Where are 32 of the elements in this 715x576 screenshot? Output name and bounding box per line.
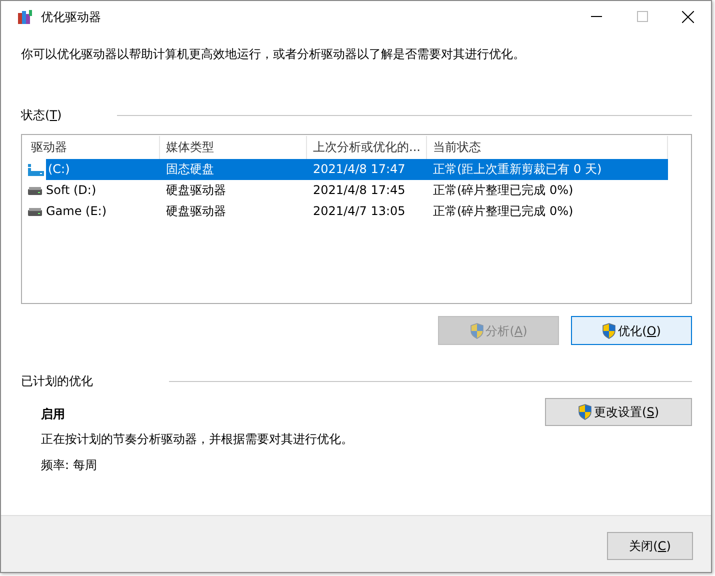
- app-icon: [17, 8, 33, 24]
- drive-icon: [28, 208, 42, 216]
- table-cell-text: 硬盘驱动器: [165, 203, 227, 220]
- drive-name: Soft (D:): [45, 182, 96, 199]
- frequency-text: 频率: 每周: [41, 457, 98, 474]
- schedule-description: 正在按计划的节奏分析驱动器，并根据需要对其进行优化。: [41, 431, 353, 448]
- close-icon: [682, 10, 694, 22]
- change-settings-button[interactable]: 更改设置(S): [545, 398, 692, 426]
- close-dialog-button[interactable]: 关闭(C): [607, 532, 693, 560]
- table-cell: 2021/4/8 17:47: [307, 159, 427, 180]
- schedule-state: 启用: [41, 406, 66, 423]
- section-label: 已计划的优化: [21, 373, 94, 390]
- maximize-icon: [636, 11, 648, 22]
- drive-name: Game (E:): [45, 203, 107, 220]
- window-title: 优化驱动器: [41, 8, 101, 26]
- drive-list[interactable]: 驱动器 媒体类型 上次分析或优化的... 当前状态 (C:) 固态硬盘 2021/4/8 17:47 正常(距上次重新剪裁已有 0 天) Soft (D:) 硬盘驱动器 2021/4/8 17:45 正常(碎片整理已完成 0%) Game (E:) 硬盘驱动器 2021/4/7 13:05 正常(碎片整理已完成 0%): [21, 134, 692, 304]
- drive-icon: [28, 186, 42, 194]
- shield-icon: [602, 322, 616, 338]
- drive-name: (C:): [46, 159, 160, 180]
- table-cell-text: 2021/4/7 13:05: [312, 203, 406, 220]
- shield-icon: [470, 322, 484, 338]
- table-cell-text: 硬盘驱动器: [165, 182, 227, 199]
- table-cell: 正常(距上次重新剪裁已有 0 天): [427, 159, 668, 180]
- optimize-button[interactable]: 优化(O): [571, 316, 692, 345]
- section-label: 状态(T): [21, 107, 63, 124]
- table-cell-text: 正常(碎片整理已完成 0%): [432, 182, 574, 199]
- description-text: 你可以优化驱动器以帮助计算机更高效地运行，或者分析驱动器以了解是否需要对其进行优化。: [21, 46, 526, 63]
- shield-icon: [578, 404, 592, 420]
- table-cell-text: 正常(碎片整理已完成 0%): [432, 203, 574, 220]
- drive-icon: [28, 164, 44, 176]
- table-cell: 固态硬盘: [160, 159, 307, 180]
- table-cell-text: 2021/4/8 17:45: [312, 182, 406, 199]
